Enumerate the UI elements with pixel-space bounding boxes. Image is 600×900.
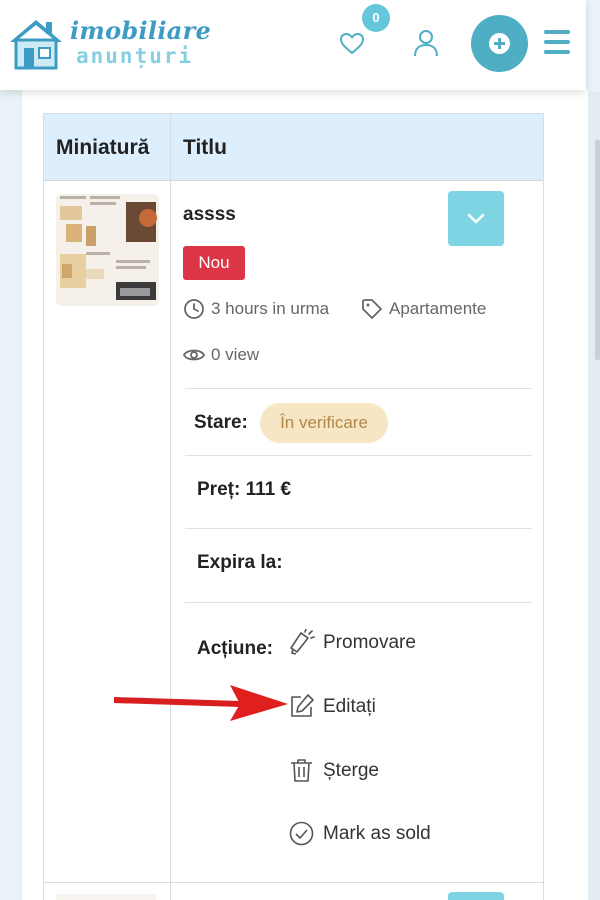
expires-label: Expira la: — [197, 552, 283, 573]
house-icon — [10, 20, 62, 70]
category-text[interactable]: Apartamente — [389, 299, 486, 319]
trash-icon — [291, 759, 312, 782]
divider — [44, 882, 543, 883]
user-icon[interactable] — [413, 29, 439, 57]
check-circle-icon — [289, 821, 314, 846]
megaphone-icon — [290, 629, 315, 655]
column-header-thumbnail: Miniatură — [56, 136, 150, 159]
divider — [185, 602, 532, 603]
column-divider — [170, 114, 171, 900]
promote-label[interactable]: Promovare — [323, 632, 416, 654]
mark-sold-label[interactable]: Mark as sold — [323, 823, 431, 845]
divider — [185, 388, 532, 389]
listing-time: 3 hours in urma — [183, 298, 329, 320]
options-dropdown-button[interactable] — [448, 191, 504, 246]
add-listing-button[interactable] — [471, 15, 528, 72]
divider — [185, 528, 532, 529]
plus-icon — [489, 33, 510, 54]
tag-icon — [362, 299, 382, 319]
scrollbar-thumb[interactable] — [595, 140, 600, 360]
red-arrow-annotation — [114, 685, 288, 721]
new-badge: Nou — [183, 246, 245, 280]
hamburger-menu-icon[interactable] — [544, 30, 570, 54]
eye-icon — [183, 349, 205, 361]
views-text: 0 view — [211, 345, 260, 364]
listing-views: 0 view — [183, 344, 259, 366]
logo-text-main: imobiliare — [70, 16, 212, 45]
actions-label: Acțiune: — [197, 638, 273, 659]
status-label: Stare: — [194, 412, 248, 433]
chevron-down-icon — [467, 213, 485, 224]
table-header: Miniatură Titlu — [44, 114, 543, 181]
edit-button[interactable]: Editați — [288, 693, 376, 720]
listing-thumbnail[interactable] — [56, 894, 156, 900]
edit-label[interactable]: Editați — [323, 696, 376, 718]
logo-text-sub: anunțuri — [76, 44, 194, 68]
listing-category[interactable]: Apartamente — [361, 298, 486, 320]
promote-button[interactable]: Promovare — [288, 629, 416, 656]
delete-button[interactable]: Șterge — [288, 757, 379, 784]
posted-time-text: 3 hours in urma — [211, 299, 330, 318]
listings-table: Miniatură Titlu assss Nou 3 hours in urm… — [43, 113, 544, 900]
heart-icon[interactable] — [339, 32, 365, 56]
edit-icon — [291, 694, 314, 717]
clock-icon — [184, 299, 204, 319]
status-badge: În verificare — [260, 403, 388, 443]
site-header: imobiliare anunțuri 0 — [0, 0, 586, 90]
options-dropdown-button[interactable] — [448, 892, 504, 900]
favorites-count-badge: 0 — [362, 4, 390, 32]
price-text: Preț: 111 € — [197, 479, 292, 500]
mark-sold-button[interactable]: Mark as sold — [288, 820, 431, 847]
column-header-title: Titlu — [183, 136, 227, 159]
divider — [185, 455, 532, 456]
listing-thumbnail[interactable] — [56, 194, 159, 306]
delete-label[interactable]: Șterge — [323, 760, 379, 782]
site-logo[interactable]: imobiliare anunțuri — [8, 14, 212, 70]
listing-title[interactable]: assss — [183, 204, 236, 226]
